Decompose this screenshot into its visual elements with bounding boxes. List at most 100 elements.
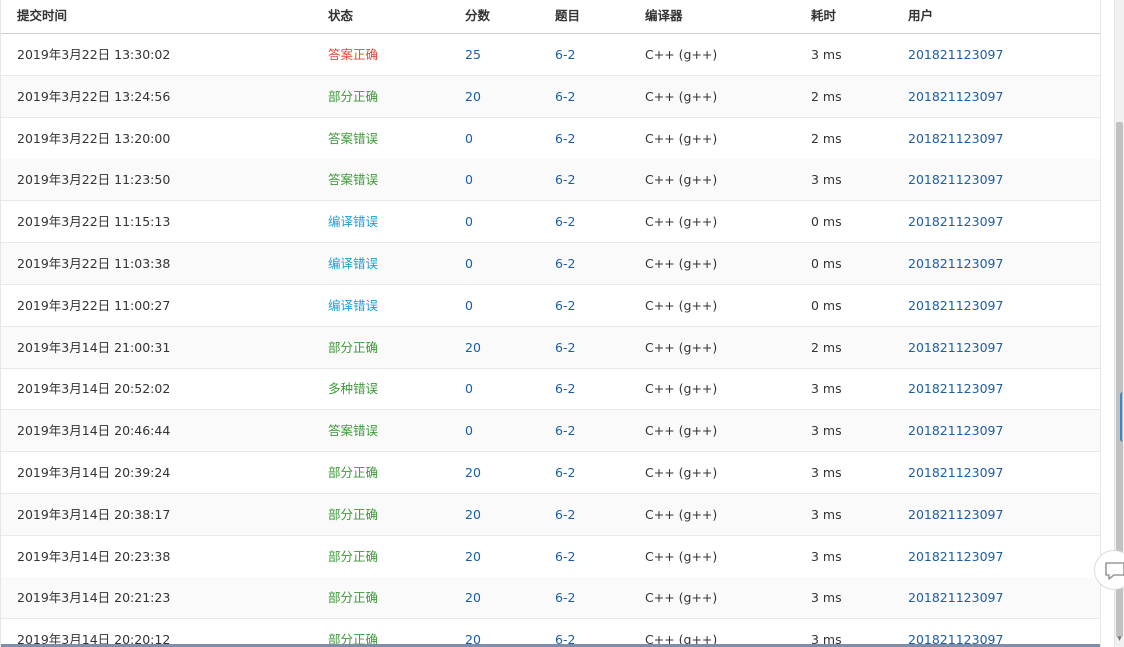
row-problem-link[interactable]: 6-2: [555, 619, 575, 647]
row-compiler: C++ (g++): [645, 632, 718, 647]
row-score[interactable]: 0: [465, 159, 473, 201]
row-elapsed: 3 ms: [811, 548, 842, 564]
row-compiler: C++ (g++): [645, 297, 718, 313]
table-row: 2019年3月22日 11:23:50 答案错误 0 6-2 C++ (g++) 3 ms…: [1, 159, 1100, 202]
row-compiler: C++ (g++): [645, 47, 718, 62]
row-user-link[interactable]: 201821123097: [908, 536, 1003, 578]
row-status[interactable]: 部分正确: [328, 327, 378, 369]
table-row: 2019年3月14日 20:20:12 部分正确 20 6-2 C++ (g++) 3 m…: [1, 619, 1100, 647]
row-submit-time: 2019年3月22日 11:00:27: [17, 297, 171, 313]
row-user-link[interactable]: 201821123097: [908, 243, 1003, 285]
row-status[interactable]: 编译错误: [328, 285, 378, 327]
chevron-down-icon[interactable]: ▾: [1115, 634, 1124, 645]
row-problem-link[interactable]: 6-2: [555, 76, 575, 118]
row-elapsed: 0 ms: [811, 297, 842, 313]
row-score[interactable]: 20: [465, 619, 481, 647]
row-problem-link[interactable]: 6-2: [555, 577, 575, 619]
row-compiler: C++ (g++): [645, 506, 718, 522]
row-user-link[interactable]: 201821123097: [908, 410, 1003, 452]
row-compiler: C++ (g++): [645, 172, 718, 188]
table-row: 2019年3月22日 11:00:27 编译错误 0 6-2 C++ (g++) 0 ms…: [1, 285, 1100, 327]
header-elapsed[interactable]: 耗时: [811, 0, 836, 32]
row-submit-time: 2019年3月22日 11:15:13: [17, 214, 171, 230]
row-elapsed: 3 ms: [811, 465, 842, 480]
row-status[interactable]: 答案错误: [328, 159, 378, 201]
row-status[interactable]: 答案正确: [328, 34, 378, 76]
row-problem-link[interactable]: 6-2: [555, 159, 575, 201]
row-user-link[interactable]: 201821123097: [908, 285, 1003, 327]
row-score[interactable]: 0: [465, 201, 473, 243]
row-problem-link[interactable]: 6-2: [555, 368, 575, 410]
row-score[interactable]: 0: [465, 243, 473, 285]
row-status[interactable]: 多种错误: [328, 368, 378, 410]
row-compiler: C++ (g++): [645, 590, 718, 606]
row-elapsed: 2 ms: [811, 88, 842, 104]
row-status[interactable]: 部分正确: [328, 619, 378, 647]
row-elapsed: 3 ms: [811, 632, 842, 647]
row-user-link[interactable]: 201821123097: [908, 34, 1003, 76]
table-row: 2019年3月14日 20:38:17 部分正确 20 6-2 C++ (g++) 3 m…: [1, 493, 1100, 536]
row-status[interactable]: 部分正确: [328, 577, 378, 619]
row-score[interactable]: 0: [465, 285, 473, 327]
row-score[interactable]: 20: [465, 76, 481, 118]
row-problem-link[interactable]: 6-2: [555, 243, 575, 285]
row-user-link[interactable]: 201821123097: [908, 159, 1003, 201]
row-user-link[interactable]: 201821123097: [908, 368, 1003, 410]
row-elapsed: 3 ms: [811, 423, 842, 439]
row-submit-time: 2019年3月14日 20:23:38: [17, 548, 171, 564]
row-elapsed: 0 ms: [811, 256, 842, 271]
header-compiler[interactable]: 编译器: [645, 0, 683, 32]
row-status[interactable]: 部分正确: [328, 536, 378, 578]
row-problem-link[interactable]: 6-2: [555, 201, 575, 243]
row-status[interactable]: 答案错误: [328, 118, 378, 160]
row-problem-link[interactable]: 6-2: [555, 34, 575, 76]
row-score[interactable]: 0: [465, 118, 473, 160]
row-submit-time: 2019年3月22日 13:30:02: [17, 47, 171, 62]
header-time[interactable]: 提交时间: [17, 0, 67, 32]
row-score[interactable]: 0: [465, 410, 473, 452]
row-elapsed: 0 ms: [811, 214, 842, 230]
row-user-link[interactable]: 201821123097: [908, 201, 1003, 243]
header-score[interactable]: 分数: [465, 0, 490, 32]
row-user-link[interactable]: 201821123097: [908, 619, 1003, 647]
row-user-link[interactable]: 201821123097: [908, 577, 1003, 619]
table-row: 2019年3月22日 13:20:00 答案错误 0 6-2 C++ (g++) 2 ms…: [1, 118, 1100, 160]
submissions-table: 提交时间 状态 分数 题目 编译器 耗时 用户 2019年3月22日 13:30…: [0, 0, 1101, 647]
row-submit-time: 2019年3月14日 20:39:24: [17, 465, 171, 480]
row-score[interactable]: 25: [465, 34, 481, 76]
row-score[interactable]: 20: [465, 536, 481, 578]
row-status[interactable]: 答案错误: [328, 410, 378, 452]
row-problem-link[interactable]: 6-2: [555, 327, 575, 369]
row-user-link[interactable]: 201821123097: [908, 494, 1003, 536]
row-submit-time: 2019年3月14日 20:20:12: [17, 632, 171, 647]
table-row: 2019年3月14日 20:46:44 答案错误 0 6-2 C++ (g++) 3 ms…: [1, 410, 1100, 453]
header-user[interactable]: 用户: [908, 0, 933, 32]
row-status[interactable]: 部分正确: [328, 452, 378, 494]
row-status[interactable]: 编译错误: [328, 201, 378, 243]
row-compiler: C++ (g++): [645, 548, 718, 564]
row-problem-link[interactable]: 6-2: [555, 118, 575, 160]
row-user-link[interactable]: 201821123097: [908, 327, 1003, 369]
row-user-link[interactable]: 201821123097: [908, 76, 1003, 118]
row-status[interactable]: 部分正确: [328, 494, 378, 536]
row-status[interactable]: 编译错误: [328, 243, 378, 285]
row-score[interactable]: 20: [465, 452, 481, 494]
row-problem-link[interactable]: 6-2: [555, 285, 575, 327]
row-score[interactable]: 20: [465, 327, 481, 369]
row-status[interactable]: 部分正确: [328, 76, 378, 118]
side-tab-marker[interactable]: [1120, 392, 1124, 442]
header-status[interactable]: 状态: [328, 0, 353, 32]
row-user-link[interactable]: 201821123097: [908, 452, 1003, 494]
row-problem-link[interactable]: 6-2: [555, 452, 575, 494]
row-problem-link[interactable]: 6-2: [555, 494, 575, 536]
row-compiler: C++ (g++): [645, 465, 718, 480]
row-score[interactable]: 20: [465, 577, 481, 619]
row-elapsed: 3 ms: [811, 172, 842, 188]
row-problem-link[interactable]: 6-2: [555, 536, 575, 578]
row-user-link[interactable]: 201821123097: [908, 118, 1003, 160]
row-score[interactable]: 0: [465, 368, 473, 410]
row-elapsed: 2 ms: [811, 130, 842, 146]
header-problem[interactable]: 题目: [555, 0, 580, 32]
row-problem-link[interactable]: 6-2: [555, 410, 575, 452]
row-score[interactable]: 20: [465, 494, 481, 536]
